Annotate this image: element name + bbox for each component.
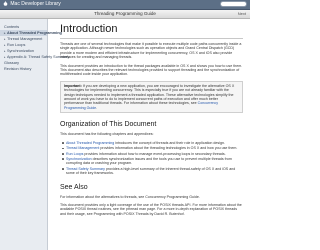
next-link[interactable]: Next [238, 10, 246, 18]
section-heading: Organization of This Document [60, 121, 157, 129]
brand-label: Mac Developer Library [10, 1, 61, 7]
search-input[interactable] [220, 1, 247, 7]
list-item: Run Loops provides information about how… [62, 152, 243, 156]
section-heading: See Also [60, 183, 88, 191]
important-note: Important: If you are developing a new a… [60, 80, 243, 114]
apple-logo-icon [3, 1, 8, 6]
chapter-link[interactable]: Synchronization [66, 157, 92, 161]
list-item: Synchronization describes synchronizatio… [62, 157, 243, 166]
note-label: Important: [64, 83, 82, 88]
divider [60, 38, 243, 39]
chapter-link[interactable]: Thread Management [66, 146, 99, 150]
chapter-link[interactable]: Run Loops [66, 152, 83, 156]
intro-paragraph: Threads are one of several technologies … [60, 42, 242, 60]
list-item: About Threaded Programming introduces th… [62, 141, 243, 145]
section-intro: This document has the following chapters… [60, 132, 154, 137]
library-brand[interactable]: Mac Developer Library [3, 1, 61, 8]
chapter-list: About Threaded Programming introduces th… [60, 141, 243, 176]
chapter-link[interactable]: Thread Safety Summary [66, 167, 105, 171]
document-title: Threading Programming Guide [94, 11, 156, 16]
document-content: Introduction Threads are one of several … [60, 22, 243, 220]
document-title-bar: Threading Programming Guide Next [0, 10, 250, 19]
intro-paragraph: This document provides an introduction t… [60, 63, 243, 77]
list-item: Thread Management provides information a… [62, 146, 243, 150]
chapter-link[interactable]: About Threaded Programming [66, 141, 114, 145]
table-of-contents-sidebar: Contents ▸About Threaded Programming ▸Th… [0, 19, 69, 250]
sidebar-item-revision-history[interactable]: Revision History [0, 66, 47, 72]
see-also-paragraph: For information about the alternatives t… [60, 194, 200, 199]
see-also-paragraph: This document provides only a light cove… [60, 202, 242, 216]
list-item: Thread Safety Summary provides a high-le… [62, 167, 243, 176]
page-title: Introduction [60, 23, 118, 35]
top-nav-bar: Mac Developer Library [0, 0, 250, 10]
